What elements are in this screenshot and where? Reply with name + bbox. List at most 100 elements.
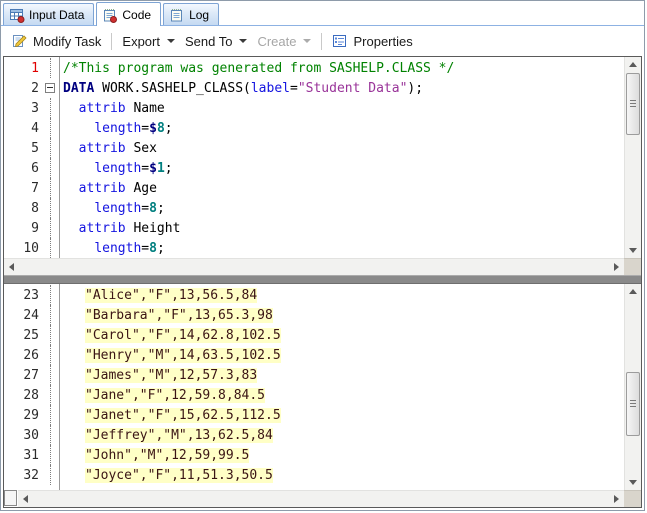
fold-margin: [43, 198, 59, 218]
code-text: "Henry","M",14,63.5,102.5: [59, 347, 281, 363]
line-number: 29: [23, 407, 39, 423]
tab-label: Log: [189, 7, 210, 22]
code-text: "Joyce","F",11,51.3,50.5: [59, 467, 273, 483]
code-line: 7 attrib Age: [4, 178, 624, 198]
tab-label: Input Data: [29, 7, 85, 22]
properties-label: Properties: [353, 33, 413, 49]
fold-margin: [43, 445, 59, 465]
scrollbar-corner: [624, 490, 641, 507]
line-number: 23: [23, 287, 39, 303]
code-line: 27 "James","M",12,57.3,83: [4, 365, 624, 385]
dataline-highlight: "Carol","F",14,62.8,102.5: [85, 327, 281, 343]
tab-code[interactable]: Code: [96, 2, 162, 26]
scrollbar-thumb[interactable]: [626, 372, 640, 436]
modify-task-icon: [12, 33, 28, 49]
bottom-horizontal-scrollbar[interactable]: [18, 490, 624, 507]
code-text: "Jane","F",12,59.8,84.5: [59, 387, 266, 403]
code-line: 5 attrib Sex: [4, 138, 624, 158]
line-number: 9: [31, 220, 39, 236]
chevron-down-icon: [166, 39, 175, 43]
code-pane-top[interactable]: 1 /*This program was generated from SASHE…: [4, 57, 624, 258]
fold-margin: [43, 345, 59, 365]
line-number: 3: [31, 100, 39, 116]
fold-margin: [43, 285, 59, 305]
line-number: 26: [23, 347, 39, 363]
line-number: 2: [31, 80, 39, 96]
code-line: 10 length=8;: [4, 238, 624, 258]
send-to-label: Send To: [184, 33, 233, 49]
tab-input-data[interactable]: Input Data: [3, 3, 95, 25]
document-tabbar: Input Data Code Log: [1, 1, 644, 26]
dataline-highlight: "Joyce","F",11,51.3,50.5: [85, 467, 273, 483]
line-number: 8: [31, 200, 39, 216]
tab-label: Code: [122, 7, 152, 22]
code-line: 28 "Jane","F",12,59.8,84.5: [4, 385, 624, 405]
fold-margin: [43, 465, 59, 485]
bottom-vertical-scrollbar[interactable]: [624, 284, 641, 490]
chevron-down-icon: [239, 39, 248, 43]
splitter-handle-box[interactable]: [4, 490, 17, 506]
dataline-highlight: "James","M",12,57.3,83: [85, 367, 258, 383]
fold-margin: [43, 305, 59, 325]
properties-button[interactable]: Properties: [327, 30, 417, 52]
scroll-right-arrow[interactable]: [609, 491, 624, 507]
fold-margin: [43, 178, 59, 198]
line-number: 1: [31, 60, 39, 76]
tab-log[interactable]: Log: [163, 3, 220, 25]
scroll-down-arrow[interactable]: [625, 475, 641, 490]
fold-margin: [43, 118, 59, 138]
code-editor-window: Input Data Code Log Modify Task Export S…: [0, 0, 645, 511]
task-toolbar: Modify Task Export Send To Create Proper…: [1, 26, 644, 56]
code-line: 9 attrib Height: [4, 218, 624, 238]
line-number: 24: [23, 307, 39, 323]
code-pane-bottom[interactable]: 23 "Alice","F",13,56.5,84 24 "Barbara","F",…: [4, 284, 624, 490]
modify-task-button[interactable]: Modify Task: [7, 30, 106, 52]
code-line: 3 attrib Name: [4, 98, 624, 118]
code-text: "Jeffrey","M",13,62.5,84: [59, 427, 273, 443]
dataline-highlight: "Jeffrey","M",13,62.5,84: [85, 427, 273, 443]
create-button: Create: [252, 31, 316, 52]
code-text: attrib Name: [78, 100, 165, 116]
fold-margin: [43, 405, 59, 425]
fold-margin: [43, 385, 59, 405]
top-vertical-scrollbar[interactable]: [624, 57, 641, 258]
fold-collapse-toggle[interactable]: [43, 78, 59, 98]
scroll-up-arrow[interactable]: [625, 57, 641, 72]
line-number: 25: [23, 327, 39, 343]
pane-splitter[interactable]: [4, 275, 641, 284]
line-number: 32: [23, 467, 39, 483]
create-label: Create: [257, 33, 297, 49]
code-line: 25 "Carol","F",14,62.8,102.5: [4, 325, 624, 345]
fold-margin: [43, 98, 59, 118]
scroll-right-arrow[interactable]: [609, 259, 624, 275]
dataline-highlight: "John","M",12,59,99.5: [85, 447, 250, 463]
top-horizontal-scrollbar[interactable]: [4, 258, 624, 275]
line-number: 28: [23, 387, 39, 403]
scroll-left-arrow[interactable]: [18, 491, 33, 507]
code-text: "Alice","F",13,56.5,84: [59, 287, 258, 303]
dataline-highlight: "Alice","F",13,56.5,84: [85, 287, 258, 303]
notepad-icon: [169, 7, 185, 23]
send-to-button[interactable]: Send To: [180, 31, 252, 52]
data-table-icon: [9, 7, 25, 23]
code-line: 1 /*This program was generated from SASHE…: [4, 58, 624, 78]
modify-task-label: Modify Task: [33, 33, 102, 49]
scroll-down-arrow[interactable]: [625, 243, 641, 258]
line-number: 5: [31, 140, 39, 156]
code-line: 29 "Janet","F",15,62.5,112.5: [4, 405, 624, 425]
fold-margin: [43, 365, 59, 385]
fold-margin: [43, 138, 59, 158]
dataline-highlight: "Henry","M",14,63.5,102.5: [85, 347, 281, 363]
scroll-up-arrow[interactable]: [625, 284, 641, 299]
code-line: 4 length=$8;: [4, 118, 624, 138]
line-number: 27: [23, 367, 39, 383]
code-text: "Carol","F",14,62.8,102.5: [59, 327, 281, 343]
dataline-highlight: "Jane","F",12,59.8,84.5: [85, 387, 266, 403]
line-number: 30: [23, 427, 39, 443]
export-button[interactable]: Export: [117, 31, 180, 52]
scroll-left-arrow[interactable]: [4, 259, 19, 275]
scrollbar-thumb[interactable]: [626, 73, 640, 135]
dataline-highlight: "Barbara","F",13,65.3,98: [85, 307, 273, 323]
toolbar-separator: [321, 32, 323, 50]
fold-margin: [43, 218, 59, 238]
